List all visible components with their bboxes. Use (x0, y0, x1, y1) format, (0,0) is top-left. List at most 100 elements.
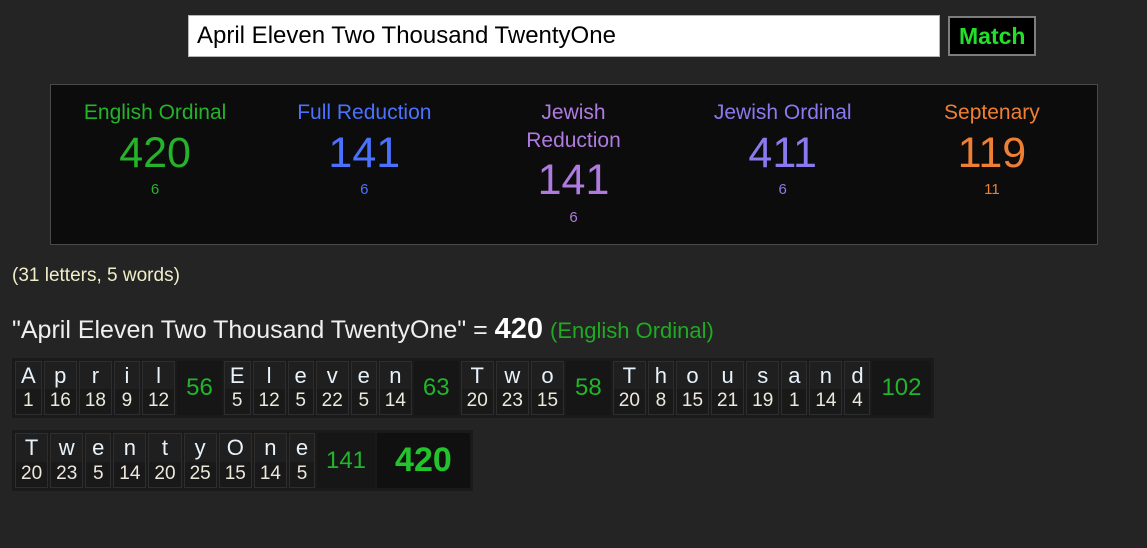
breakdown-row: T 20 w 23 e 5 n 14 t 20 y 25 O 15 n 14 e 5 141 420 (12, 430, 473, 492)
letter-cell: e5 (85, 433, 112, 489)
letter-cell: r 18 (78, 360, 112, 416)
letter-value: 5 (288, 389, 313, 415)
word-sum: 141 (316, 433, 376, 489)
letter-value: 15 (219, 462, 251, 488)
letter-char: o (686, 362, 699, 388)
word-sum: 58 (566, 360, 611, 416)
letter-cell: u 21 (711, 360, 745, 416)
word-group: A 1 p 16 r 18 i 9 l 12 56 (14, 360, 223, 417)
letter-cells: T 20 w 23 o 15 (460, 360, 565, 417)
letter-value: 23 (496, 389, 528, 415)
letter-value: 12 (253, 389, 285, 415)
match-button[interactable]: Match (948, 16, 1037, 56)
search-input[interactable] (188, 15, 940, 57)
cipher-value: 141 (328, 128, 401, 177)
letter-value: 18 (79, 389, 111, 415)
cipher-name: Jewish Ordinal (713, 101, 852, 124)
letter-char: r (91, 362, 100, 388)
letter-cell: T 20 (612, 360, 646, 416)
letter-char: o (541, 362, 554, 388)
letter-cell: n 14 (809, 360, 843, 416)
letter-char: d (851, 362, 864, 388)
letter-value: 20 (16, 462, 48, 488)
letter-cell: T 20 (460, 360, 494, 416)
letter-cell: e5 (287, 360, 314, 416)
letter-cells: A 1 p 16 r 18 i 9 l 12 (14, 360, 176, 417)
word-sum: 63 (413, 360, 459, 416)
letter-char: E (229, 362, 245, 388)
letter-char: u (721, 362, 734, 388)
cipher-cell-jewish-reduction[interactable]: Jewish Reduction 141 6 (469, 99, 678, 228)
letter-cell: i9 (113, 360, 140, 416)
letter-cell: p 16 (43, 360, 77, 416)
letter-value: 8 (648, 389, 673, 415)
cipher-reduced-value: 6 (150, 180, 160, 198)
cipher-name: Septenary (944, 101, 1040, 124)
cipher-value: 411 (748, 128, 817, 177)
letter-value: 14 (114, 462, 146, 488)
letter-value: 21 (712, 389, 744, 415)
letter-char: p (54, 362, 67, 388)
letter-char: l (266, 362, 272, 388)
letter-value: 5 (86, 462, 111, 488)
cipher-cell-full-reduction[interactable]: Full Reduction 141 6 (260, 99, 469, 228)
letter-cell: o 15 (675, 360, 710, 416)
cipher-reduced-value: 6 (360, 180, 369, 198)
letter-char: i (124, 362, 130, 388)
cipher-value: 420 (119, 128, 191, 177)
letter-cell: t 20 (148, 433, 182, 489)
letter-value: 14 (254, 462, 286, 488)
letter-char: O (226, 435, 244, 461)
word-sum: 56 (177, 360, 222, 416)
letter-cells: E 5 l 12 e 5 v 22 e 5 n 14 (223, 360, 413, 417)
letter-char: s (757, 362, 769, 388)
letter-value: 9 (114, 389, 139, 415)
letter-char: t (161, 435, 169, 461)
letter-char: e (295, 435, 309, 461)
result-headline: "April Eleven Two Thousand TwentyOne" = … (12, 313, 1147, 346)
letter-char: T (24, 435, 39, 461)
letter-cell: o 15 (530, 360, 565, 416)
letter-char: n (389, 362, 402, 388)
letter-cell: h8 (647, 360, 674, 416)
letter-cells: T 20 h 8 o 15 u 21 s 19 a 1 n 14 d 4 (612, 360, 872, 417)
result-equals: = (473, 315, 488, 344)
cipher-cell-septenary[interactable]: Septenary 119 11 (887, 99, 1096, 228)
letter-cell: w 23 (50, 433, 84, 489)
letter-value: 19 (747, 389, 779, 415)
letter-cell: e5 (288, 433, 315, 489)
letter-value: 25 (184, 462, 216, 488)
letter-value: 20 (149, 462, 181, 488)
word-group: E 5 l 12 e 5 v 22 e 5 n 14 63 (223, 360, 460, 417)
letter-value: 20 (461, 389, 493, 415)
letter-char: n (123, 435, 136, 461)
result-cipher-label: (English Ordinal) (550, 317, 714, 343)
letter-value: 15 (531, 389, 564, 415)
word-group: T 20 h 8 o 15 u 21 s 19 a 1 n 14 d 4 102 (612, 360, 932, 417)
word-group: T 20 w 23 o 15 58 (460, 360, 612, 417)
cipher-results-panel: English Ordinal 420 6 Full Reduction 141… (49, 84, 1098, 245)
letter-value: 5 (351, 389, 376, 415)
letter-char: T (622, 362, 637, 388)
letter-value: 16 (44, 389, 76, 415)
letter-cell: n 14 (253, 433, 287, 489)
letter-char: w (504, 362, 521, 388)
breakdown-container: A 1 p 16 r 18 i 9 l 12 56 E 5 l 12 e 5 v 22 e 5 n 14 63 T 20 w 23 o 1… (0, 357, 1147, 492)
cipher-reduced-value: 11 (984, 180, 1000, 198)
letter-char: A (21, 362, 36, 388)
letter-cell: a1 (781, 360, 808, 416)
letter-cell: O 15 (218, 433, 252, 489)
cipher-cell-jewish-ordinal[interactable]: Jewish Ordinal 411 6 (678, 99, 887, 228)
cipher-cell-english-ordinal[interactable]: English Ordinal 420 6 (51, 99, 260, 228)
letter-cell: T 20 (15, 433, 49, 489)
letter-value: 4 (845, 389, 870, 415)
cipher-reduced-value: 6 (569, 208, 578, 226)
letter-cell: d4 (844, 360, 871, 416)
letter-char: h (654, 362, 668, 388)
letter-char: v (326, 362, 338, 388)
letter-value: 20 (613, 389, 645, 415)
grand-total: 420 (377, 433, 470, 489)
letter-value: 12 (142, 389, 175, 415)
cipher-name: Jewish Reduction (526, 101, 621, 152)
letter-char: n (819, 362, 832, 388)
